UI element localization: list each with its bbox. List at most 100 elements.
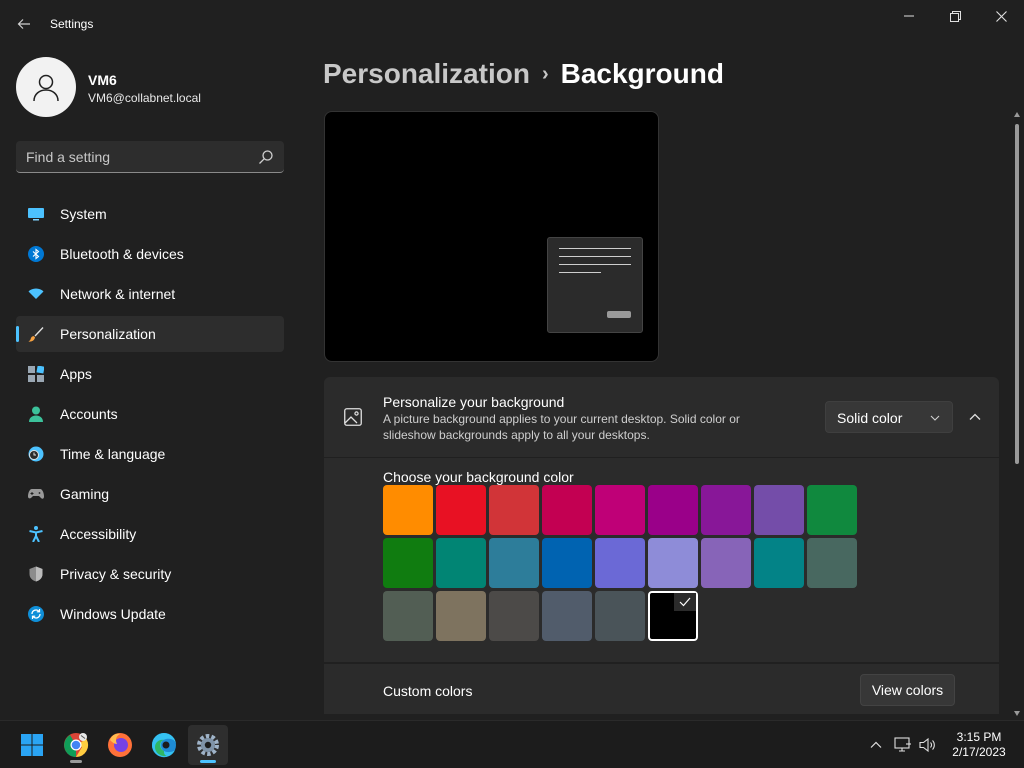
back-arrow-icon (17, 19, 30, 29)
sidebar-item-label: Time & language (60, 446, 166, 462)
color-swatch[interactable] (436, 538, 486, 588)
color-swatch[interactable] (542, 591, 592, 641)
taskbar-app-settings[interactable] (188, 725, 228, 765)
globe-clock-icon (28, 446, 44, 462)
color-swatch[interactable] (489, 538, 539, 588)
scrollbar[interactable] (1014, 112, 1020, 716)
color-swatch[interactable] (595, 591, 645, 641)
breadcrumb-separator: › (541, 63, 549, 85)
view-colors-button[interactable]: View colors (860, 674, 955, 706)
dropdown-value: Solid color (837, 410, 903, 426)
sidebar-item-label: Accounts (60, 406, 118, 422)
sidebar-item-label: Network & internet (60, 286, 176, 302)
color-swatch[interactable] (383, 591, 433, 641)
color-swatch[interactable] (383, 485, 433, 535)
sidebar-item-bluetooth[interactable]: Bluetooth & devices (16, 236, 284, 272)
desktop-preview (324, 111, 659, 362)
app-title: Settings (50, 17, 94, 31)
background-type-dropdown[interactable]: Solid color (825, 401, 953, 433)
sidebar-item-apps[interactable]: Apps (16, 356, 284, 392)
apps-icon (28, 366, 44, 382)
preview-text-line (559, 264, 631, 265)
update-icon (28, 606, 44, 622)
color-swatch[interactable] (595, 485, 645, 535)
custom-colors-label: Custom colors (383, 683, 473, 699)
color-swatch[interactable] (489, 591, 539, 641)
color-swatch[interactable] (542, 538, 592, 588)
sidebar-item-personalization[interactable]: Personalization (16, 316, 284, 352)
close-button[interactable] (978, 0, 1024, 32)
color-swatch[interactable] (648, 538, 698, 588)
scroll-up-arrow-icon[interactable] (1014, 112, 1020, 117)
minimize-icon (904, 15, 914, 17)
show-hidden-icons-button[interactable] (866, 735, 886, 755)
choose-color-label: Choose your background color (383, 469, 574, 485)
taskbar-clock[interactable]: 3:15 PM 2/17/2023 (946, 730, 1012, 760)
collapse-button[interactable] (960, 401, 990, 433)
color-swatch[interactable] (648, 485, 698, 535)
background-settings-card: Personalize your background A picture ba… (324, 377, 999, 457)
restore-icon (949, 10, 961, 22)
color-swatch[interactable] (807, 485, 857, 535)
color-swatch[interactable] (754, 538, 804, 588)
start-button[interactable] (12, 725, 52, 765)
sidebar-item-system[interactable]: System (16, 196, 284, 232)
firefox-icon (108, 733, 132, 757)
color-swatch[interactable] (595, 538, 645, 588)
color-swatch[interactable] (754, 485, 804, 535)
user-name: VM6 (88, 72, 117, 88)
color-swatch[interactable] (436, 485, 486, 535)
wifi-icon (28, 288, 44, 299)
sidebar-item-windows-update[interactable]: Windows Update (16, 596, 284, 632)
scroll-down-arrow-icon[interactable] (1014, 711, 1020, 716)
sidebar-item-time-language[interactable]: Time & language (16, 436, 284, 472)
color-swatch[interactable] (383, 538, 433, 588)
breadcrumb-parent[interactable]: Personalization (323, 58, 530, 89)
taskbar-app-firefox[interactable] (100, 725, 140, 765)
taskbar-app-edge[interactable] (144, 725, 184, 765)
sidebar-item-label: Gaming (60, 486, 110, 502)
sidebar-item-label: System (60, 206, 107, 222)
back-button[interactable] (8, 8, 40, 40)
restore-button[interactable] (932, 0, 978, 32)
color-swatch[interactable] (701, 538, 751, 588)
sidebar-item-accounts[interactable]: Accounts (16, 396, 284, 432)
minimize-button[interactable] (886, 0, 932, 32)
picture-icon (344, 408, 362, 426)
sidebar-item-label: Personalization (60, 326, 156, 342)
search-input[interactable]: Find a setting (16, 141, 284, 173)
sidebar-item-privacy-security[interactable]: Privacy & security (16, 556, 284, 592)
search-icon[interactable] (258, 149, 274, 165)
card-description: A picture background applies to your cur… (383, 412, 740, 442)
system-icon (28, 208, 44, 221)
color-swatch[interactable] (807, 538, 857, 588)
preview-button (607, 311, 631, 318)
breadcrumb: Personalization › Background (323, 58, 724, 90)
volume-icon (919, 737, 935, 753)
chevron-up-icon (969, 413, 981, 420)
color-swatch[interactable] (436, 591, 486, 641)
gamepad-icon (28, 489, 44, 499)
preview-text-line (559, 272, 601, 273)
sidebar-item-label: Bluetooth & devices (60, 246, 184, 262)
color-swatch[interactable] (542, 485, 592, 535)
taskbar-app-chrome[interactable] (56, 725, 96, 765)
volume-tray-button[interactable] (918, 735, 938, 755)
network-tray-button[interactable] (893, 735, 913, 755)
color-swatch[interactable] (648, 591, 698, 641)
sidebar-nav: System Bluetooth & devices Network & int… (16, 196, 284, 636)
color-swatch[interactable] (701, 485, 751, 535)
sidebar-item-accessibility[interactable]: Accessibility (16, 516, 284, 552)
settings-gear-icon (197, 734, 219, 756)
color-chooser-section: Choose your background color (324, 458, 999, 662)
scroll-thumb[interactable] (1015, 124, 1019, 464)
taskbar: 3:15 PM 2/17/2023 (0, 720, 1024, 768)
close-icon (995, 10, 1007, 22)
preview-text-line (559, 256, 631, 257)
sidebar-item-gaming[interactable]: Gaming (16, 476, 284, 512)
chrome-icon (64, 733, 89, 757)
color-swatch[interactable] (489, 485, 539, 535)
avatar[interactable] (16, 57, 76, 117)
sidebar-item-network[interactable]: Network & internet (16, 276, 284, 312)
clock-time: 3:15 PM (956, 730, 1002, 744)
